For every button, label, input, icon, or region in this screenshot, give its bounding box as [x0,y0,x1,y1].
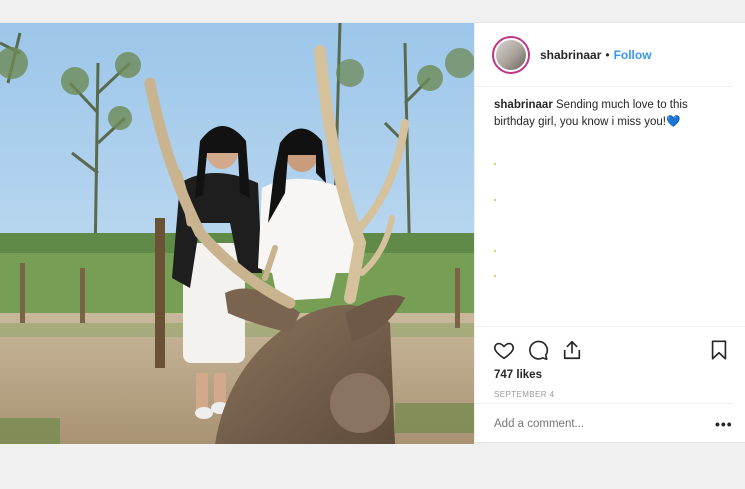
heart-icon[interactable] [493,339,517,363]
avatar[interactable] [492,35,530,74]
post-card: shabrinaar • Follow shabrinaar Sending m… [0,22,745,444]
share-icon[interactable] [561,339,585,363]
decor-speck [494,275,496,277]
decor-speck [494,199,496,201]
caption-username[interactable]: shabrinaar [494,99,553,111]
post-sidebar: shabrinaar • Follow shabrinaar Sending m… [474,23,745,444]
comment-bar: ••• [475,403,733,444]
username-link[interactable]: shabrinaar [540,48,601,62]
bookmark-icon[interactable] [708,339,732,363]
post-caption: shabrinaar Sending much love to this bir… [475,87,745,131]
post-header: shabrinaar • Follow [475,23,732,87]
post-photo-image [0,23,474,444]
post-actions: 747 likes SEPTEMBER 4 [475,326,745,399]
separator-dot: • [605,47,610,62]
post-date: SEPTEMBER 4 [494,390,555,399]
comments-area [475,133,745,323]
follow-button[interactable]: Follow [614,48,652,62]
more-options-icon[interactable]: ••• [715,417,733,431]
post-photo[interactable] [0,23,474,444]
decor-speck [494,163,496,165]
avatar-image [495,38,527,71]
likes-count[interactable]: 747 likes [475,367,745,381]
blue-heart-emoji: 💙 [665,116,681,128]
comment-input[interactable] [494,418,715,430]
decor-speck [494,250,496,252]
action-icons [475,327,745,367]
comment-icon[interactable] [527,339,551,363]
